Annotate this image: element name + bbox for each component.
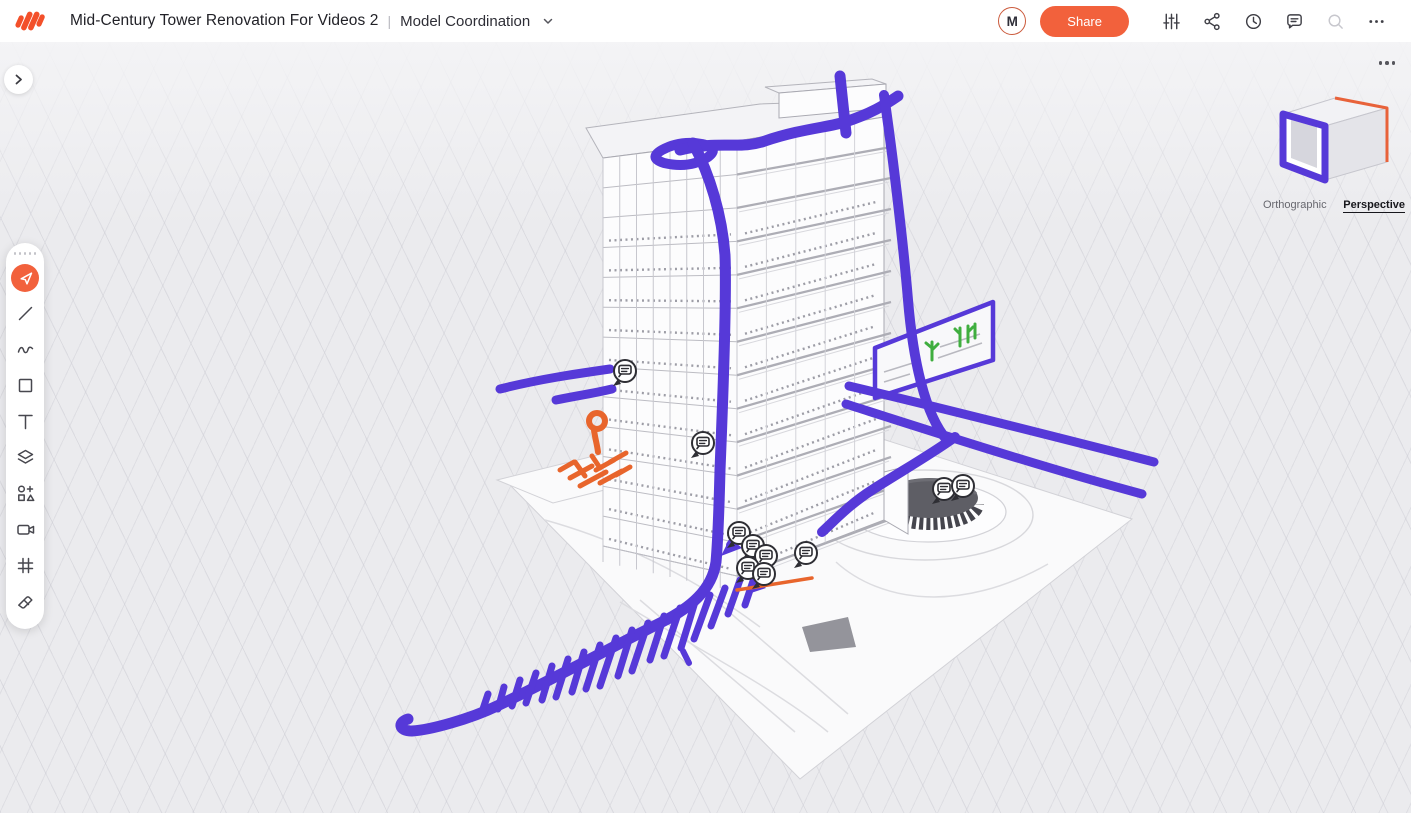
view-mode-label[interactable]: Model Coordination (400, 13, 530, 30)
viewport-canvas[interactable]: Orthographic Perspective (0, 42, 1411, 813)
view-cube-widget: Orthographic Perspective (1257, 56, 1407, 213)
toolbar-drag-handle[interactable] (14, 250, 37, 260)
chevron-right-icon (12, 73, 25, 86)
tool-freehand[interactable] (11, 336, 39, 364)
tool-layers[interactable] (11, 444, 39, 472)
top-bar: Mid-Century Tower Renovation For Videos … (0, 0, 1411, 42)
rectangle-icon (15, 375, 36, 396)
chevron-down-icon[interactable] (541, 14, 555, 28)
model-scene (0, 42, 1411, 813)
adjustments-icon[interactable] (1151, 5, 1192, 37)
perspective-toggle[interactable]: Perspective (1343, 199, 1405, 213)
title-separator: | (388, 13, 392, 29)
app-logo-icon[interactable] (14, 6, 48, 36)
tool-grid[interactable] (11, 552, 39, 580)
tool-select-draw[interactable] (11, 264, 39, 292)
text-icon (15, 411, 36, 432)
expand-panel-button[interactable] (4, 65, 33, 94)
more-icon[interactable] (1356, 5, 1397, 37)
orthographic-toggle[interactable]: Orthographic (1263, 199, 1327, 213)
document-title: Mid-Century Tower Renovation For Videos … (70, 12, 379, 30)
shapes-icon (15, 483, 36, 504)
canvas-more-options-icon[interactable] (1257, 56, 1407, 70)
comments-icon[interactable] (1274, 5, 1315, 37)
share-button[interactable]: Share (1040, 6, 1129, 37)
drawing-toolbar (6, 243, 44, 629)
avatar[interactable]: M (998, 7, 1026, 35)
tool-shapes[interactable] (11, 480, 39, 508)
tool-line[interactable] (11, 300, 39, 328)
share-network-icon[interactable] (1192, 5, 1233, 37)
view-cube[interactable] (1267, 74, 1397, 192)
tool-rectangle[interactable] (11, 372, 39, 400)
pen-cursor-icon (15, 267, 36, 288)
tool-eraser[interactable] (11, 588, 39, 616)
billboard-image[interactable] (875, 302, 993, 398)
tool-text[interactable] (11, 408, 39, 436)
search-icon[interactable] (1315, 5, 1356, 37)
building-tower (586, 79, 908, 592)
squiggle-icon (15, 339, 36, 360)
history-icon[interactable] (1233, 5, 1274, 37)
grid-icon (15, 555, 36, 576)
layers-icon (15, 447, 36, 468)
eraser-icon (15, 591, 36, 612)
camera-icon (15, 519, 36, 540)
tool-camera[interactable] (11, 516, 39, 544)
line-icon (15, 303, 36, 324)
